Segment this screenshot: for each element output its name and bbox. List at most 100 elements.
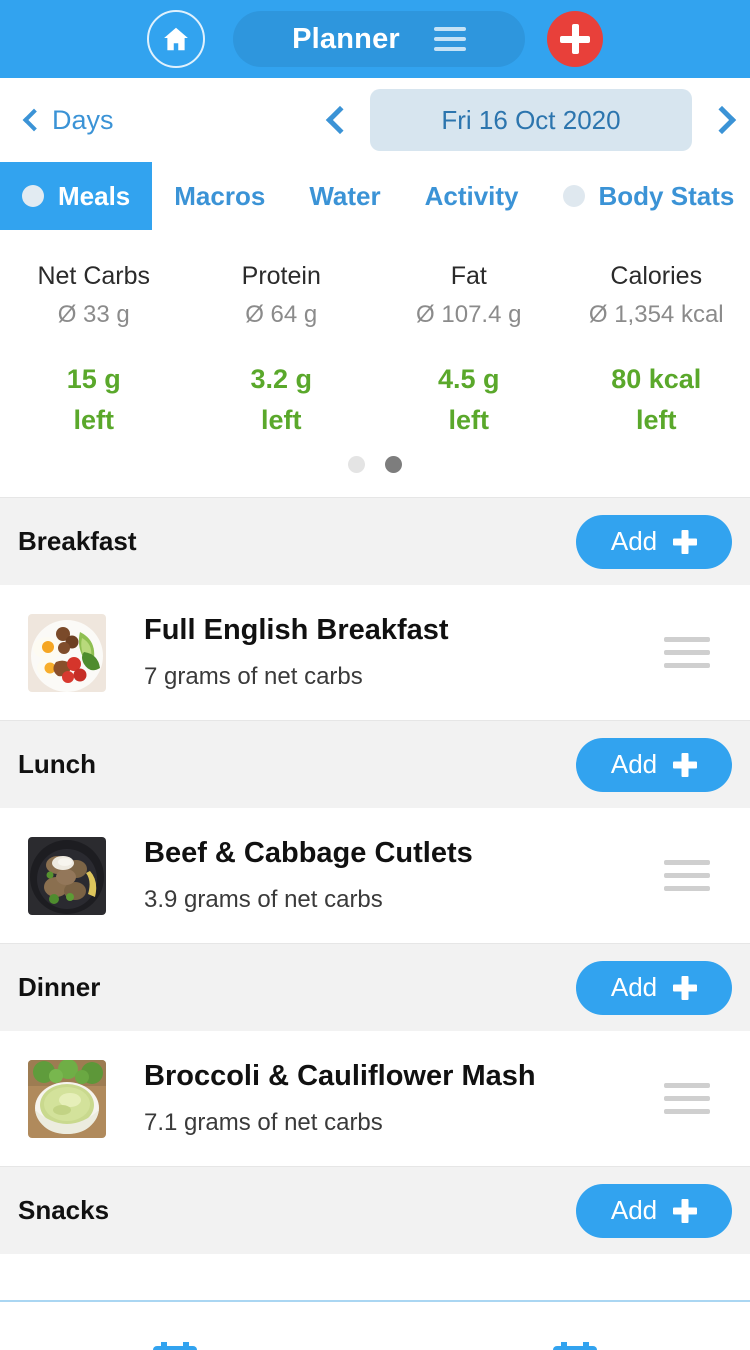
meal-info: Broccoli & Cauliflower Mash 7.1 grams of… bbox=[144, 1060, 664, 1137]
add-dinner-button[interactable]: Add bbox=[576, 960, 732, 1015]
tab-macros[interactable]: Macros bbox=[152, 162, 287, 230]
tab-status-dot-icon bbox=[22, 185, 44, 207]
macro-remaining-value: 15 g bbox=[66, 364, 121, 394]
meal-name: Beef & Cabbage Cutlets bbox=[144, 837, 473, 869]
macro-name: Protein bbox=[241, 262, 321, 290]
tab-label: Activity bbox=[424, 180, 519, 211]
section-title: Snacks bbox=[18, 1195, 110, 1225]
macro-remaining-value: 3.2 g bbox=[250, 364, 313, 394]
next-day-button[interactable] bbox=[707, 105, 737, 135]
meal-info: Full English Breakfast 7 grams of net ca… bbox=[144, 614, 664, 691]
drag-handle-icon[interactable] bbox=[664, 637, 710, 668]
macro-remaining: 80 kcal left bbox=[563, 359, 750, 440]
plus-icon bbox=[673, 976, 697, 1000]
macro-calories[interactable]: Calories Ø 1,354 kcal 80 kcal left bbox=[563, 262, 750, 440]
add-entry-button[interactable] bbox=[547, 11, 603, 67]
macro-remaining-label: left bbox=[448, 404, 490, 435]
tab-water[interactable]: Water bbox=[287, 162, 402, 230]
macro-average: Ø 107.4 g bbox=[416, 301, 522, 328]
meal-info: Beef & Cabbage Cutlets 3.9 grams of net … bbox=[144, 837, 664, 914]
section-header-breakfast: Breakfast Add bbox=[0, 497, 750, 585]
carousel-dot-active[interactable] bbox=[385, 456, 402, 473]
content-bottom-spacer bbox=[0, 1254, 750, 1300]
macro-remaining-label: left bbox=[636, 404, 677, 435]
meal-row[interactable]: Broccoli & Cauliflower Mash 7.1 grams of… bbox=[0, 1031, 750, 1166]
add-button-label: Add bbox=[610, 749, 658, 779]
home-button[interactable] bbox=[147, 10, 205, 68]
tab-body-stats[interactable]: Body Stats bbox=[541, 162, 750, 230]
macro-remaining: 15 g left bbox=[0, 359, 188, 440]
macro-name: Net Carbs bbox=[37, 262, 151, 290]
plus-icon bbox=[673, 1199, 697, 1223]
add-breakfast-button[interactable]: Add bbox=[576, 514, 732, 569]
days-back-button[interactable]: Days bbox=[22, 104, 114, 136]
hamburger-menu-icon[interactable] bbox=[433, 27, 466, 51]
section-title: Lunch bbox=[18, 749, 96, 779]
current-date-label: Fri 16 Oct 2020 bbox=[441, 104, 621, 135]
macro-remaining-label: left bbox=[73, 404, 115, 435]
full-english-breakfast-photo bbox=[28, 613, 106, 692]
chevron-left-icon bbox=[22, 108, 46, 132]
tab-label: Meals bbox=[58, 180, 131, 211]
section-header-snacks: Snacks Add bbox=[0, 1166, 750, 1254]
tab-label: Water bbox=[309, 180, 381, 211]
broccoli-cauliflower-mash-photo bbox=[28, 1059, 106, 1138]
drag-handle-icon[interactable] bbox=[664, 860, 710, 891]
add-button-label: Add bbox=[610, 972, 658, 1002]
section-title: Dinner bbox=[18, 972, 101, 1002]
top-app-bar: Planner bbox=[0, 0, 750, 78]
add-button-label: Add bbox=[610, 1195, 658, 1225]
date-navigation-bar: Days Fri 16 Oct 2020 bbox=[0, 78, 750, 162]
macro-fat[interactable]: Fat Ø 107.4 g 4.5 g left bbox=[375, 262, 563, 440]
calendar-icon[interactable] bbox=[545, 1342, 605, 1350]
tab-label: Body Stats bbox=[598, 180, 735, 211]
previous-day-button[interactable] bbox=[325, 105, 355, 135]
calendar-icon[interactable] bbox=[145, 1342, 205, 1350]
add-snacks-button[interactable]: Add bbox=[576, 1183, 732, 1238]
macro-summary: Net Carbs Ø 33 g 15 g left Protein Ø 64 … bbox=[0, 230, 750, 440]
section-title: Breakfast bbox=[18, 526, 137, 556]
tab-status-dot-icon bbox=[562, 185, 585, 207]
days-back-label: Days bbox=[52, 104, 114, 135]
home-icon bbox=[161, 24, 191, 54]
macro-average: Ø 1,354 kcal bbox=[588, 301, 724, 328]
carousel-pagination[interactable] bbox=[0, 440, 750, 497]
meal-row[interactable]: Full English Breakfast 7 grams of net ca… bbox=[0, 585, 750, 720]
meal-net-carbs: 7 grams of net carbs bbox=[144, 663, 363, 690]
meal-net-carbs: 3.9 grams of net carbs bbox=[144, 886, 383, 913]
date-stepper: Fri 16 Oct 2020 bbox=[325, 89, 737, 151]
macro-remaining: 3.2 g left bbox=[188, 359, 376, 440]
meal-row[interactable]: Beef & Cabbage Cutlets 3.9 grams of net … bbox=[0, 808, 750, 943]
macro-name: Calories bbox=[610, 262, 703, 290]
drag-handle-icon[interactable] bbox=[664, 1083, 710, 1114]
section-header-dinner: Dinner Add bbox=[0, 943, 750, 1031]
add-lunch-button[interactable]: Add bbox=[576, 737, 732, 792]
planner-title-pill[interactable]: Planner bbox=[233, 11, 525, 67]
page-title: Planner bbox=[292, 22, 400, 55]
tab-activity[interactable]: Activity bbox=[403, 162, 541, 230]
macro-name: Fat bbox=[450, 262, 487, 290]
current-date-button[interactable]: Fri 16 Oct 2020 bbox=[370, 89, 692, 151]
meal-name: Full English Breakfast bbox=[144, 614, 449, 646]
section-tab-bar[interactable]: Meals Macros Water Activity Body Stats R… bbox=[0, 162, 750, 230]
section-header-lunch: Lunch Add bbox=[0, 720, 750, 808]
plus-icon bbox=[673, 753, 697, 777]
plus-icon bbox=[673, 530, 697, 554]
macro-remaining: 4.5 g left bbox=[375, 359, 563, 440]
macro-remaining-value: 4.5 g bbox=[437, 364, 500, 394]
macro-net-carbs[interactable]: Net Carbs Ø 33 g 15 g left bbox=[0, 262, 188, 440]
tab-label: Macros bbox=[174, 180, 266, 211]
macro-average: Ø 33 g bbox=[57, 301, 130, 328]
macro-remaining-value: 80 kcal bbox=[611, 364, 702, 394]
macro-remaining-label: left bbox=[261, 404, 302, 435]
macro-protein[interactable]: Protein Ø 64 g 3.2 g left bbox=[188, 262, 376, 440]
meal-net-carbs: 7.1 grams of net carbs bbox=[144, 1109, 383, 1136]
meal-name: Broccoli & Cauliflower Mash bbox=[144, 1060, 536, 1092]
planner-screen: Planner Days Fri 16 Oct 2020 Meals Macro… bbox=[0, 0, 750, 1350]
add-button-label: Add bbox=[610, 526, 658, 556]
carousel-dot[interactable] bbox=[348, 456, 365, 473]
macro-average: Ø 64 g bbox=[245, 301, 318, 328]
beef-cabbage-cutlets-photo bbox=[28, 836, 106, 915]
tab-meals[interactable]: Meals bbox=[0, 162, 153, 230]
bottom-navigation-bar[interactable] bbox=[0, 1302, 750, 1350]
